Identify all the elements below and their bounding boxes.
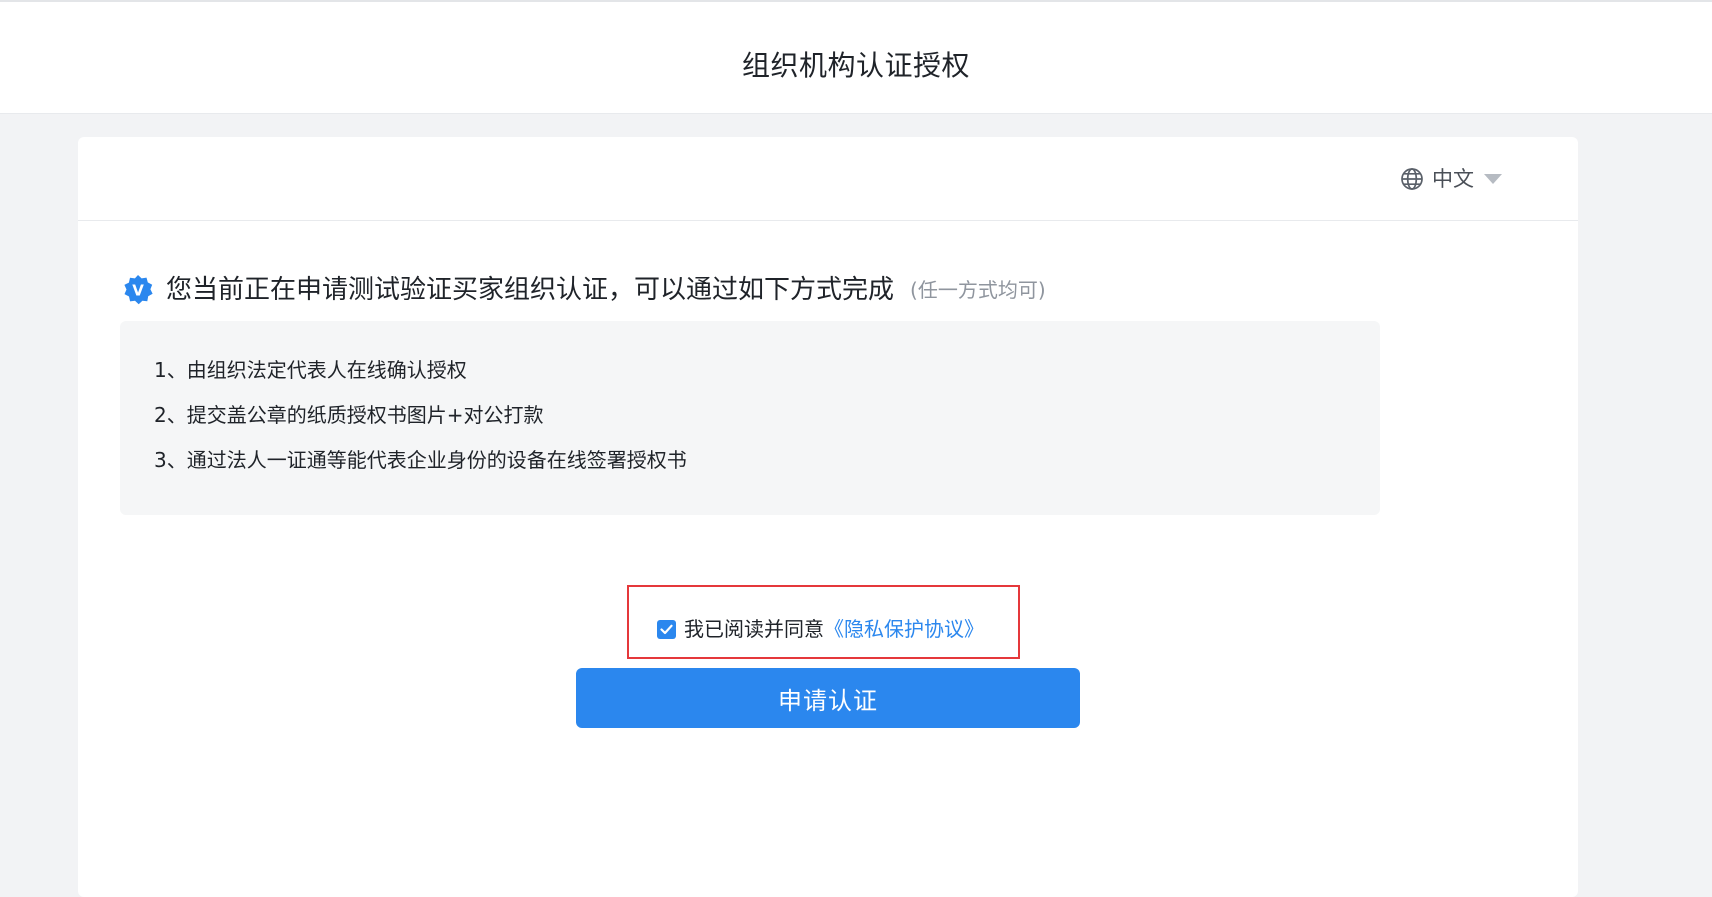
language-label: 中文 bbox=[1432, 167, 1474, 191]
method-item: 3、通过法人一证通等能代表企业身份的设备在线签署授权书 bbox=[154, 448, 687, 472]
svg-text:V: V bbox=[132, 282, 144, 300]
verified-badge-icon: V bbox=[124, 275, 153, 305]
agreement-checkbox[interactable] bbox=[657, 619, 676, 639]
headline-note: (任一方式均可) bbox=[910, 278, 1046, 302]
intro-headline: V 您当前正在申请测试验证买家组织认证，可以通过如下方式完成 (任一方式均可) bbox=[122, 270, 1046, 310]
methods-list: 1、由组织法定代表人在线确认授权 2、提交盖公章的纸质授权书图片+对公打款 3、… bbox=[120, 321, 1380, 515]
card-toolbar: 中文 bbox=[78, 137, 1578, 221]
page-title: 组织机构认证授权 bbox=[741, 49, 970, 82]
headline-text: 您当前正在申请测试验证买家组织认证，可以通过如下方式完成 bbox=[166, 275, 895, 305]
page-header: 组织机构认证授权 bbox=[0, 0, 1712, 114]
privacy-policy-link[interactable]: 《隐私保护协议》 bbox=[824, 614, 984, 644]
method-item: 1、由组织法定代表人在线确认授权 bbox=[154, 358, 467, 382]
chevron-down-icon bbox=[1484, 174, 1502, 184]
globe-icon bbox=[1401, 168, 1423, 190]
method-item: 2、提交盖公章的纸质授权书图片+对公打款 bbox=[154, 403, 544, 427]
agreement-row: 我已阅读并同意 《隐私保护协议》 bbox=[657, 614, 984, 644]
checkmark-icon bbox=[660, 624, 673, 634]
apply-certification-button[interactable]: 申请认证 bbox=[576, 668, 1080, 728]
authorization-card: 中文 bbox=[78, 137, 1578, 897]
agreement-text: 我已阅读并同意 bbox=[684, 617, 824, 641]
language-switcher[interactable]: 中文 bbox=[1400, 163, 1502, 195]
